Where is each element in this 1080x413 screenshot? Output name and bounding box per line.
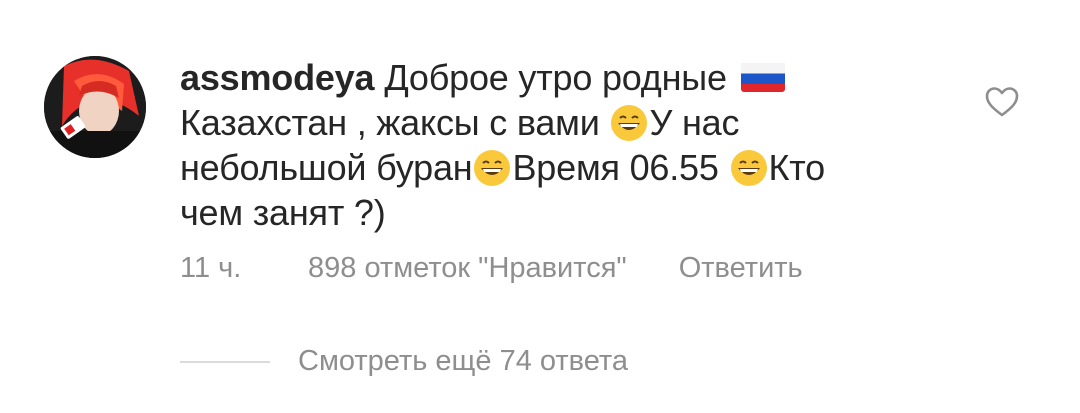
grinning-face-icon	[473, 149, 511, 187]
comment-likes-count[interactable]: 898 отметок "Нравится"	[308, 252, 627, 285]
like-heart-icon[interactable]	[985, 86, 1019, 118]
flag-russia-icon	[740, 60, 785, 92]
comment-text-line2a: Казахстан , жаксы с вами	[180, 102, 600, 143]
comment-body: assmodeya Доброе утро родные Казахстан , …	[180, 55, 940, 235]
comment-text-line3a: небольшой буран	[180, 147, 473, 188]
comment-text-line2b: У нас	[649, 102, 740, 143]
comment-meta: 11 ч. 898 отметок "Нравится" Ответить	[180, 252, 803, 285]
replies-divider	[180, 360, 270, 363]
comment-username[interactable]: assmodeya	[180, 57, 375, 98]
comment-text-line3c: Кто	[768, 147, 826, 188]
view-more-replies-label: Смотреть ещё 74 ответа	[298, 345, 628, 377]
reply-button[interactable]: Ответить	[679, 252, 803, 285]
grinning-face-icon	[610, 104, 648, 142]
view-more-replies-button[interactable]: Смотреть ещё 74 ответа	[180, 345, 628, 378]
comment-text-line3b: Время 06.55	[512, 147, 719, 188]
comment-text-line4: чем занят ?)	[180, 192, 386, 233]
comment-text-line1: Доброе утро родные	[384, 57, 727, 98]
avatar-image	[44, 56, 146, 158]
comment-timestamp[interactable]: 11 ч.	[180, 252, 308, 285]
grinning-face-icon	[730, 149, 768, 187]
avatar[interactable]	[44, 56, 146, 158]
